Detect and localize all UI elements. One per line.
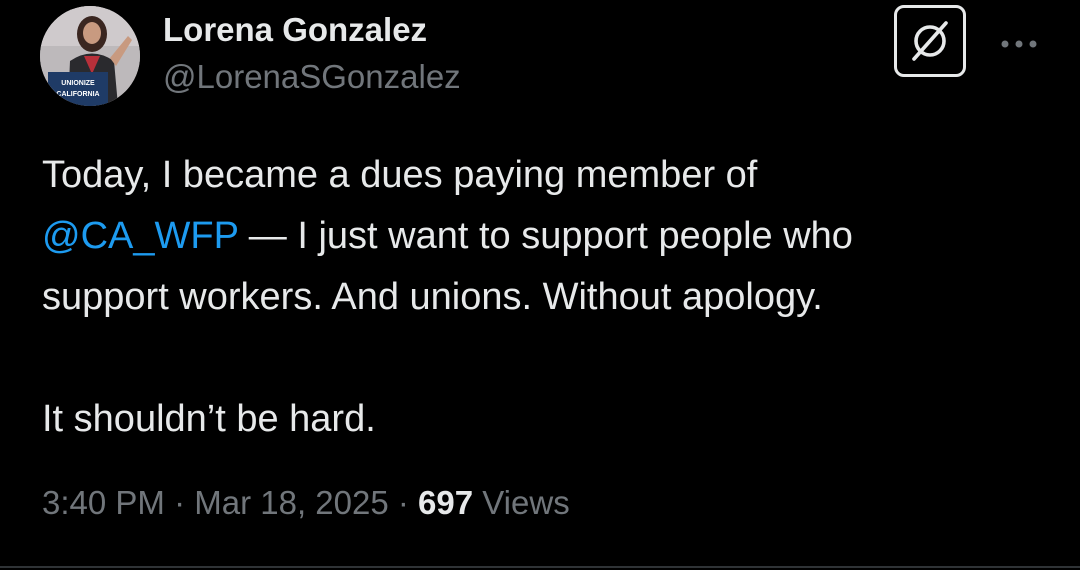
grok-button[interactable] [894, 5, 966, 77]
author-handle[interactable]: @LorenaSGonzalez [163, 58, 461, 96]
tweet-line-2-text: — I just want to support people who [238, 215, 853, 257]
tweet-line-4: It shouldn’t be hard. [42, 398, 376, 440]
tweet-line-3: support workers. And unions. Without apo… [42, 276, 823, 318]
grok-icon [912, 21, 948, 61]
tweet-line-1: Today, I became a dues paying member of [42, 154, 758, 196]
views-count: 697 [418, 484, 474, 521]
avatar[interactable]: UNIONIZE CALIFORNIA [40, 6, 140, 106]
mention-link[interactable]: @CA_WFP [42, 215, 238, 257]
more-button[interactable] [997, 24, 1041, 64]
profile-photo: UNIONIZE CALIFORNIA [40, 6, 140, 106]
svg-text:CALIFORNIA: CALIFORNIA [56, 91, 99, 98]
views-label: Views [473, 484, 570, 521]
tweet-meta: 3:40 PM · Mar 18, 2025 · 697 Views [42, 484, 570, 522]
tweet-time[interactable]: 3:40 PM [42, 484, 165, 521]
meta-separator: · [388, 484, 419, 521]
svg-text:UNIONIZE: UNIONIZE [61, 80, 95, 87]
tweet-text: Today, I became a dues paying member of … [42, 145, 1042, 450]
tweet-date[interactable]: Mar 18, 2025 [194, 484, 388, 521]
meta-separator: · [164, 484, 195, 521]
tweet-line-2: @CA_WFP — I just want to support people … [42, 206, 1042, 267]
author-name[interactable]: Lorena Gonzalez [163, 11, 427, 49]
more-dots-icon [1001, 40, 1037, 48]
divider [0, 566, 1080, 568]
